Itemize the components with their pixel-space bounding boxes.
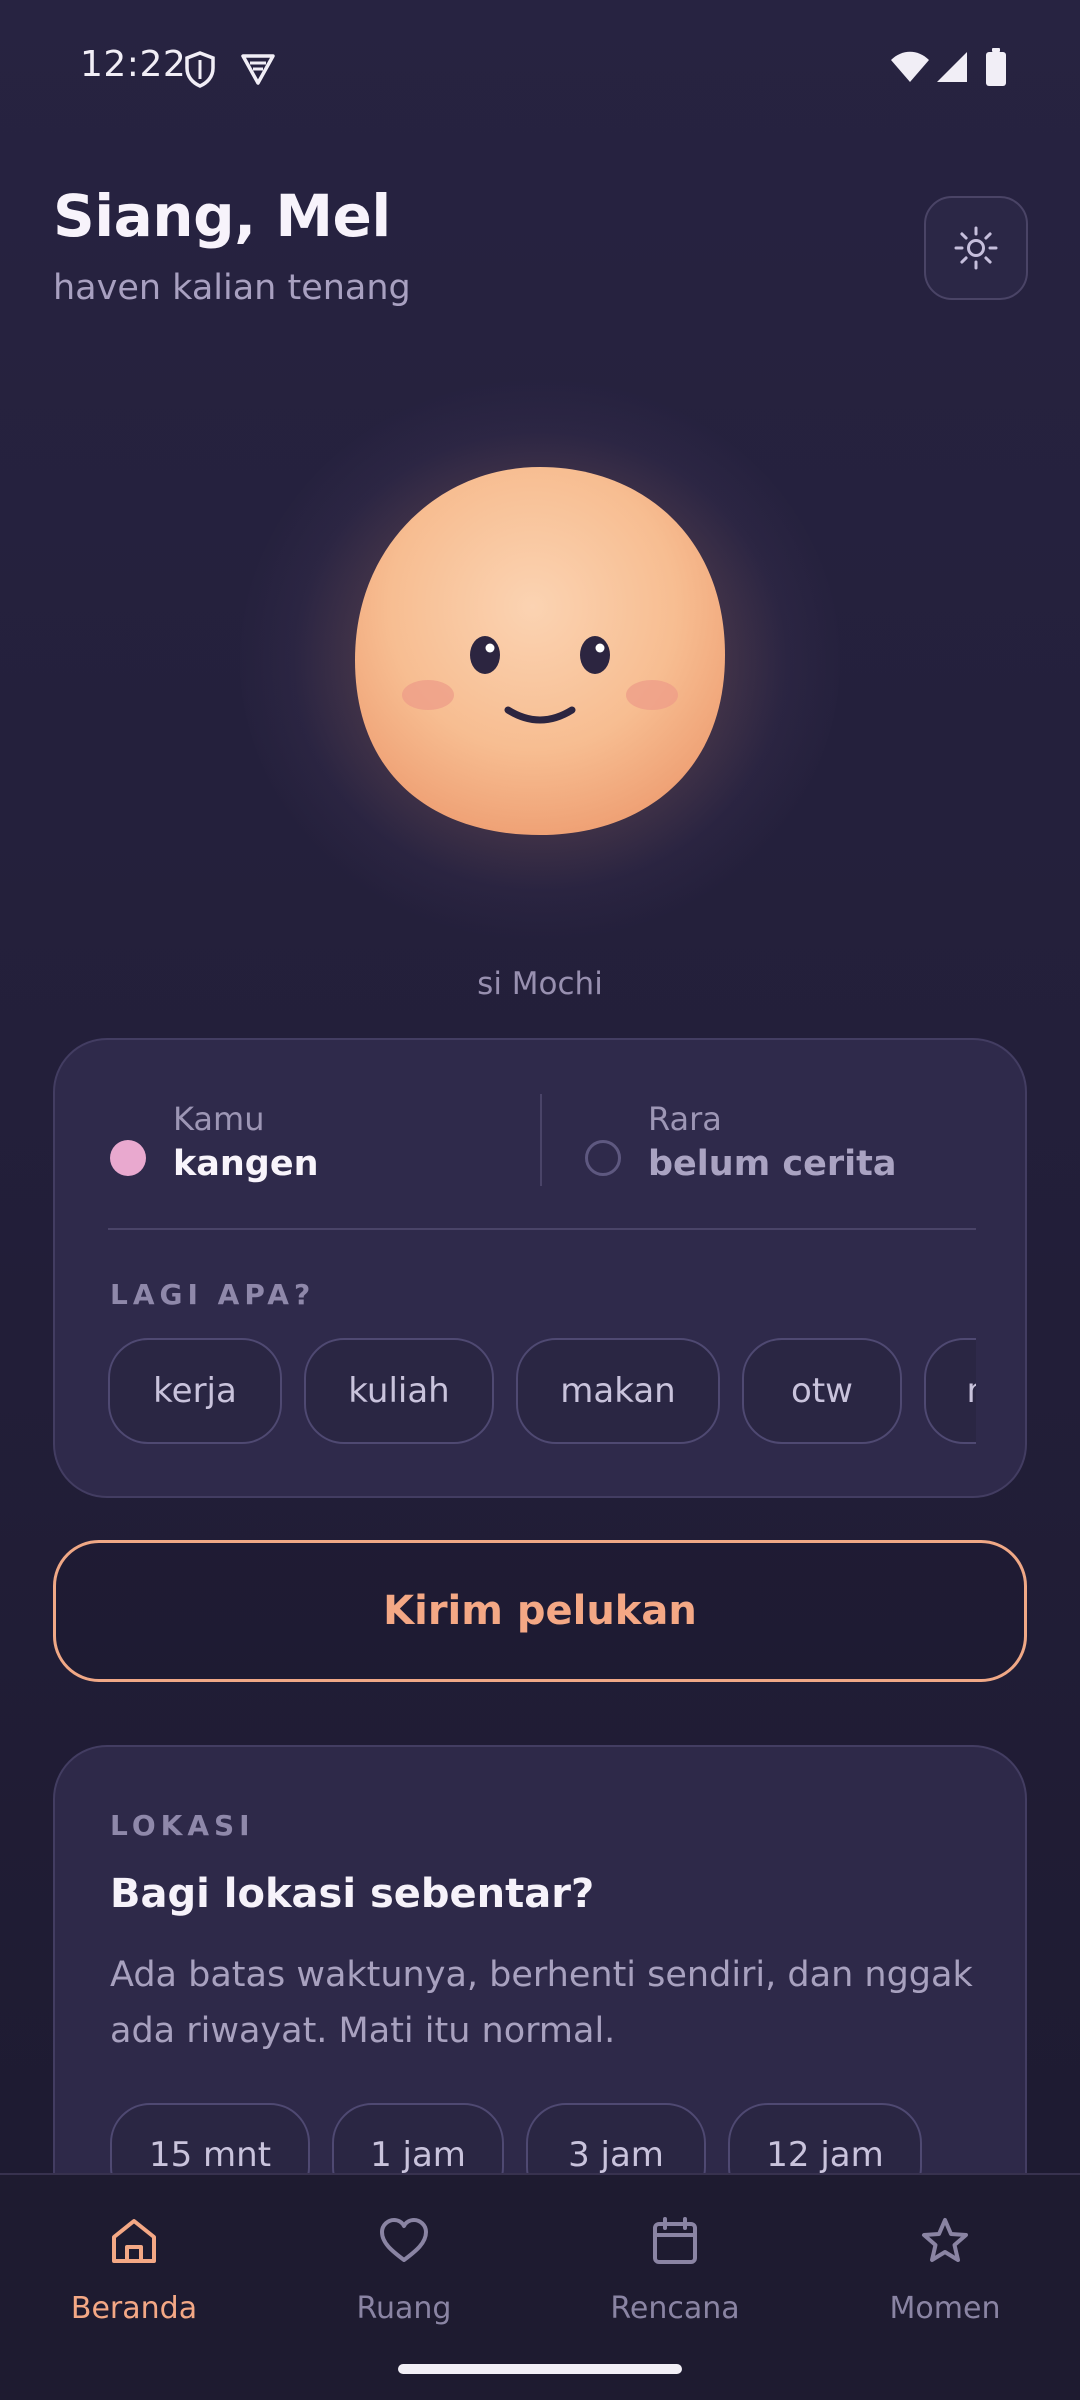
mochi-pet[interactable] [340, 455, 740, 850]
shield-icon [185, 51, 215, 88]
greeting-subtitle: haven kalian tenang [53, 268, 411, 308]
partner-name-label: Rara [648, 1100, 722, 1138]
partner-mood-value: belum cerita [648, 1144, 897, 1184]
horizontal-divider [108, 1228, 976, 1230]
heart-icon [380, 2218, 428, 2262]
activity-chip-kuliah[interactable]: kuliah [304, 1338, 494, 1444]
theme-toggle-button[interactable] [924, 196, 1028, 300]
send-hug-button[interactable]: Kirim pelukan [53, 1540, 1027, 1682]
sun-icon [954, 226, 998, 270]
greeting-title: Siang, Mel [53, 182, 391, 250]
location-section-label: LOKASI [110, 1809, 255, 1842]
signal-icon [937, 52, 967, 82]
nav-item-ruang[interactable]: Ruang [294, 2215, 514, 2355]
nav-item-beranda[interactable]: Beranda [24, 2215, 244, 2355]
nav-label-momen: Momen [889, 2291, 1001, 2326]
mood-dot-filled [110, 1140, 146, 1176]
mood-status-card: Kamu kangen Rara belum cerita LAGI APA? … [53, 1038, 1027, 1498]
calendar-icon [653, 2217, 697, 2264]
mood-dot-empty [585, 1140, 621, 1176]
nav-label-ruang: Ruang [356, 2291, 452, 2326]
status-time: 12:22 [80, 44, 187, 85]
nav-label-beranda: Beranda [70, 2291, 198, 2326]
wifi-icon [891, 51, 929, 82]
nav-item-rencana[interactable]: Rencana [565, 2215, 785, 2355]
status-bar: 12:22 [0, 0, 1080, 136]
activity-section-label: LAGI APA? [110, 1278, 316, 1311]
my-name-label: Kamu [173, 1100, 265, 1138]
activity-chips-row[interactable]: kerja kuliah makan otw main [108, 1338, 976, 1448]
home-icon [112, 2219, 156, 2263]
activity-chip-kerja[interactable]: kerja [108, 1338, 282, 1444]
activity-chip-otw[interactable]: otw [742, 1338, 902, 1444]
vertical-divider [540, 1094, 542, 1186]
battery-icon [986, 48, 1006, 86]
location-title: Bagi lokasi sebentar? [110, 1871, 595, 1917]
vpn-icon [241, 54, 275, 85]
star-icon [922, 2218, 968, 2262]
activity-chip-main[interactable]: main [924, 1338, 976, 1444]
my-mood-value: kangen [173, 1144, 319, 1184]
location-description: Ada batas waktunya, berhenti sendiri, da… [110, 1955, 973, 2051]
activity-chip-makan[interactable]: makan [516, 1338, 720, 1444]
home-indicator[interactable] [398, 2364, 682, 2374]
pet-name: si Mochi [477, 966, 603, 1002]
nav-item-momen[interactable]: Momen [835, 2215, 1055, 2355]
nav-label-rencana: Rencana [610, 2291, 740, 2326]
